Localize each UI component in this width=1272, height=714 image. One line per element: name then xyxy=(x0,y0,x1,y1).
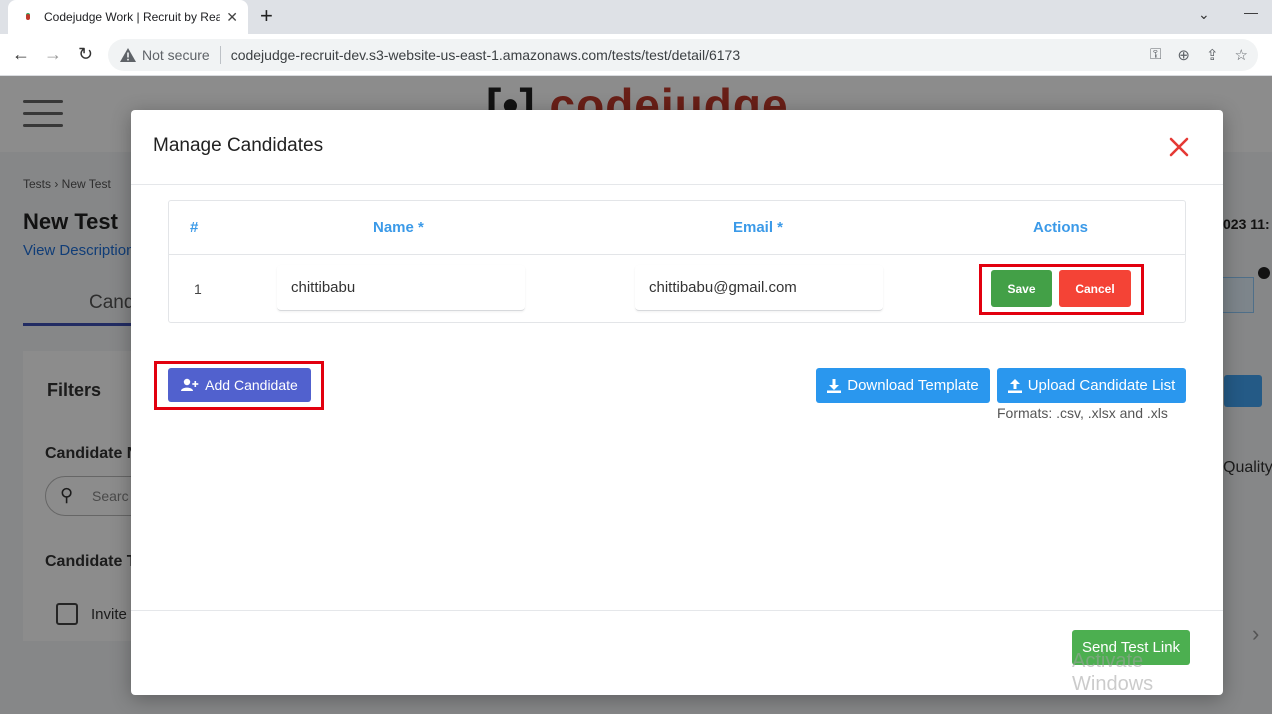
codejudge-favicon-icon xyxy=(22,11,34,23)
address-separator xyxy=(219,46,221,64)
warning-icon xyxy=(120,48,136,62)
browser-tabstrip: Codejudge Work | Recruit by Real ✕ + ⌄ — xyxy=(0,0,1272,34)
browser-toolbar: ← → ↻ Not secure codejudge-recruit-dev.s… xyxy=(0,34,1272,76)
table-divider xyxy=(169,254,1185,255)
add-candidate-button[interactable]: Add Candidate xyxy=(168,368,311,402)
key-icon[interactable]: ⚿ xyxy=(1150,46,1161,64)
minimize-window-button[interactable]: — xyxy=(1244,4,1258,20)
tab-close-icon[interactable]: ✕ xyxy=(226,9,238,26)
column-header-number: # xyxy=(190,219,199,236)
download-template-label: Download Template xyxy=(847,377,979,394)
share-icon[interactable]: ⇪ xyxy=(1206,46,1219,64)
cancel-button[interactable]: Cancel xyxy=(1059,270,1131,307)
close-icon[interactable] xyxy=(1168,136,1190,158)
candidate-name-input[interactable] xyxy=(277,265,525,311)
candidate-email-input[interactable] xyxy=(635,265,883,311)
save-button[interactable]: Save xyxy=(991,270,1052,307)
column-header-email: Email * xyxy=(733,219,784,236)
address-bar[interactable]: Not secure codejudge-recruit-dev.s3-webs… xyxy=(108,39,1258,71)
upload-candidate-list-label: Upload Candidate List xyxy=(1027,377,1176,394)
url-text[interactable]: codejudge-recruit-dev.s3-website-us-east… xyxy=(231,47,740,63)
address-bar-icons: ⚿ ⊕ ⇪ ☆ xyxy=(1150,46,1248,64)
browser-tab[interactable]: Codejudge Work | Recruit by Real ✕ xyxy=(8,0,248,34)
reload-button[interactable]: ↻ xyxy=(78,44,93,64)
zoom-icon[interactable]: ⊕ xyxy=(1177,46,1190,64)
not-secure-label: Not secure xyxy=(142,47,210,63)
manage-candidates-modal: Manage Candidates # Name * Email * Actio… xyxy=(131,110,1223,695)
tab-title: Codejudge Work | Recruit by Real xyxy=(44,10,220,24)
forward-button[interactable]: → xyxy=(44,44,62,64)
send-test-link-button[interactable]: Send Test Link xyxy=(1072,630,1190,665)
upload-icon xyxy=(1007,378,1022,393)
upload-candidate-list-button[interactable]: Upload Candidate List xyxy=(997,368,1186,403)
modal-footer-divider xyxy=(131,610,1223,611)
bookmark-star-icon[interactable]: ☆ xyxy=(1235,46,1248,64)
new-tab-button[interactable]: + xyxy=(260,5,273,27)
modal-header: Manage Candidates xyxy=(131,110,1223,185)
column-header-name: Name * xyxy=(373,219,424,236)
add-user-icon xyxy=(181,378,199,392)
supported-formats-text: Formats: .csv, .xlsx and .xls xyxy=(997,405,1168,421)
download-icon xyxy=(827,378,842,393)
tab-search-dropdown-icon[interactable]: ⌄ xyxy=(1198,6,1210,23)
column-header-actions: Actions xyxy=(1033,219,1089,236)
row-number: 1 xyxy=(194,281,202,297)
modal-title: Manage Candidates xyxy=(153,135,324,156)
back-button[interactable]: ← xyxy=(12,44,30,64)
add-candidate-label: Add Candidate xyxy=(205,377,298,393)
download-template-button[interactable]: Download Template xyxy=(816,368,990,403)
